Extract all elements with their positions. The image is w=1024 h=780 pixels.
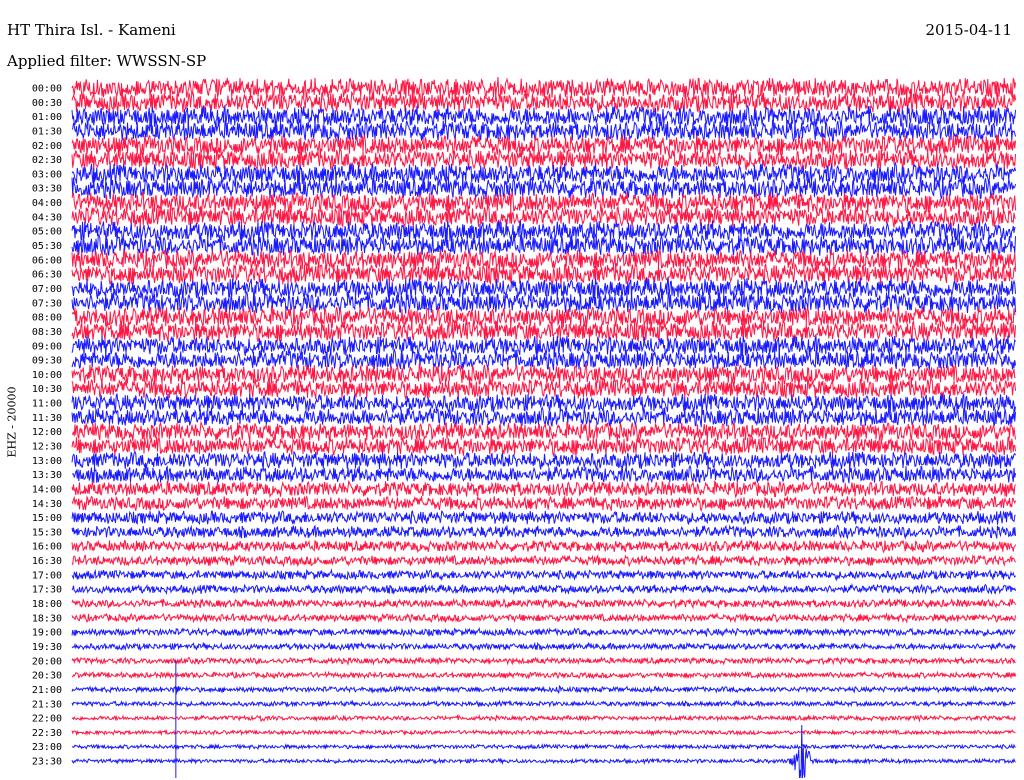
- trace-line: [71, 219, 1016, 243]
- time-tick-label: 23:00: [32, 742, 62, 753]
- time-tick-label: 12:00: [32, 427, 62, 438]
- time-tick-label: 21:00: [32, 685, 62, 696]
- time-tick-label: 15:30: [32, 527, 62, 538]
- trace-line: [71, 205, 1016, 228]
- trace-line: [71, 276, 1016, 300]
- trace-line: [71, 90, 1016, 114]
- time-tick-label: 04:00: [32, 198, 62, 209]
- time-tick-label: 15:00: [32, 513, 62, 524]
- time-tick-label: 08:00: [32, 313, 62, 324]
- trace-line: [71, 420, 1016, 443]
- trace-line: [71, 554, 1016, 568]
- trace-line: [71, 450, 1016, 471]
- trace-line: [71, 684, 1016, 695]
- trace-line: [71, 76, 1016, 100]
- time-tick-label: 13:00: [32, 456, 62, 467]
- time-tick-label: 10:30: [32, 384, 62, 395]
- time-tick-label: 16:30: [32, 556, 62, 567]
- trace-line: [71, 436, 1016, 458]
- time-tick-label: 06:00: [32, 255, 62, 266]
- trace-line: [71, 192, 1016, 214]
- trace-line: [71, 612, 1016, 624]
- trace-line: [71, 670, 1016, 680]
- trace-line: [71, 348, 1016, 371]
- time-tick-label: 02:30: [32, 155, 62, 166]
- trace-line: [71, 119, 1016, 142]
- time-tick-label: 17:30: [32, 585, 62, 596]
- trace-line: [71, 479, 1016, 499]
- time-tick-label: 12:30: [32, 442, 62, 453]
- trace-line: [71, 656, 1016, 666]
- trace-line: [71, 305, 1016, 329]
- time-tick-label: 22:30: [32, 728, 62, 739]
- time-tick-label: 03:30: [32, 184, 62, 195]
- trace-line: [71, 392, 1016, 414]
- time-tick-label: 14:00: [32, 484, 62, 495]
- time-tick-label: 14:30: [32, 499, 62, 510]
- trace-line: [71, 320, 1016, 343]
- trace-line: [71, 524, 1016, 540]
- time-tick-label: 20:30: [32, 671, 62, 682]
- time-tick-label: 04:30: [32, 212, 62, 223]
- trace-line: [71, 334, 1016, 358]
- time-tick-label: 19:00: [32, 628, 62, 639]
- trace-line: [71, 538, 1016, 554]
- time-tick-label: 03:00: [32, 169, 62, 180]
- time-tick-label: 00:30: [32, 98, 62, 109]
- trace-line: [71, 699, 1016, 708]
- time-tick-label: 11:30: [32, 413, 62, 424]
- time-tick-label: 22:00: [32, 714, 62, 725]
- time-tick-label: 06:30: [32, 270, 62, 281]
- trace-line: [71, 713, 1016, 723]
- trace-line: [71, 568, 1016, 582]
- trace-line: [71, 406, 1016, 428]
- time-tick-label: 02:00: [32, 141, 62, 152]
- time-tick-label: 20:00: [32, 656, 62, 667]
- time-tick-label: 05:00: [32, 227, 62, 238]
- time-tick-label: 08:30: [32, 327, 62, 338]
- time-tick-label: 16:00: [32, 542, 62, 553]
- time-tick-label: 09:30: [32, 356, 62, 367]
- time-tick-label: 11:00: [32, 399, 62, 410]
- trace-line: [71, 626, 1016, 638]
- time-tick-label: 23:30: [32, 757, 62, 768]
- time-tick-label: 09:00: [32, 341, 62, 352]
- time-tick-label: 07:30: [32, 298, 62, 309]
- time-tick-label: 05:30: [32, 241, 62, 252]
- helicorder-plot: HT Thira Isl. - Kameni 2015-04-11 Applie…: [0, 0, 1024, 780]
- time-tick-label: 01:30: [32, 126, 62, 137]
- trace-line: [71, 464, 1016, 484]
- trace-area: 00:00 00:30 01:00 01:30 02:00 02:30 03:00 03:30…: [32, 76, 1016, 779]
- time-tick-label: 17:00: [32, 570, 62, 581]
- trace-line: [71, 742, 1016, 751]
- trace-line: [71, 233, 1016, 257]
- trace-line: [71, 104, 1016, 128]
- time-tick-label: 18:30: [32, 613, 62, 624]
- time-tick-label: 10:00: [32, 370, 62, 381]
- trace-line: [71, 509, 1016, 526]
- time-tick-label: 01:00: [32, 112, 62, 123]
- trace-line: [71, 728, 1016, 737]
- trace-line: [71, 641, 1016, 652]
- time-tick-label: 07:00: [32, 284, 62, 295]
- time-tick-label: 21:30: [32, 699, 62, 710]
- time-tick-label: 00:00: [32, 84, 62, 95]
- trace-line: [71, 363, 1016, 386]
- time-tick-label: 18:00: [32, 599, 62, 610]
- time-tick-label: 13:30: [32, 470, 62, 481]
- trace-line: [71, 148, 1016, 171]
- time-tick-label: 19:30: [32, 642, 62, 653]
- trace-line: [71, 494, 1016, 513]
- trace-line: [71, 597, 1016, 610]
- trace-line: [71, 582, 1016, 596]
